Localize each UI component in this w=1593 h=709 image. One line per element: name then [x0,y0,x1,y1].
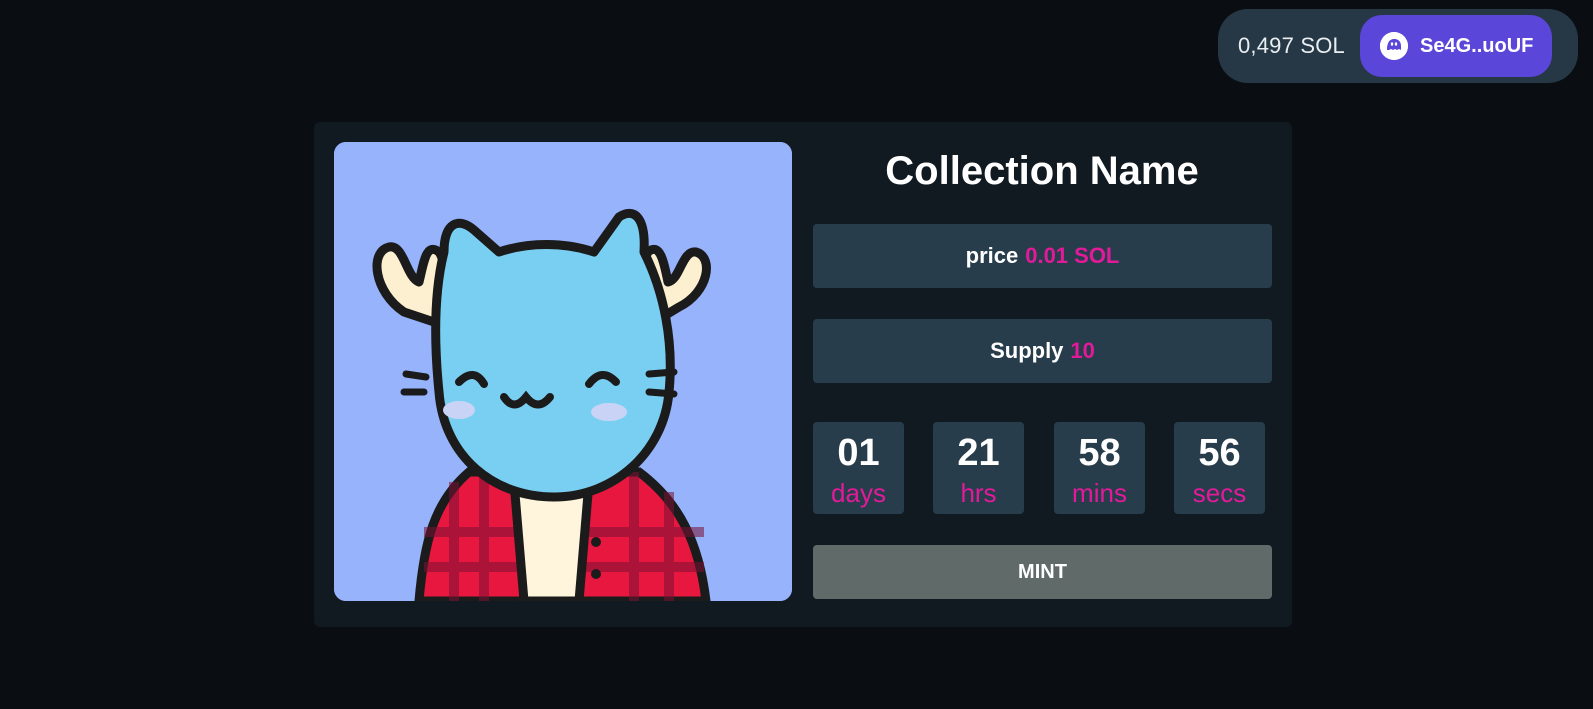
phantom-ghost-icon [1380,32,1408,60]
countdown-hours-unit: hrs [960,478,997,508]
supply-value: 10 [1070,338,1095,363]
supply-panel: Supply 10 [813,319,1272,383]
wallet-address-label: Se4G..uoUF [1420,34,1534,57]
countdown-seconds-value: 56 [1198,432,1241,474]
price-value: 0.01 SOL [1025,243,1120,268]
countdown-seconds: 56 secs [1174,422,1265,514]
countdown-hours-value: 21 [957,432,1000,474]
wallet-address-button[interactable]: Se4G..uoUF [1360,15,1552,77]
countdown-minutes: 58 mins [1054,422,1145,514]
mint-card: Collection Name price 0.01 SOL Supply 10… [314,122,1292,627]
countdown-hours: 21 hrs [933,422,1024,514]
collection-name: Collection Name [885,149,1199,193]
price-label: price [965,243,1019,268]
countdown-days-unit: days [831,478,886,508]
countdown-days: 01 days [813,422,904,514]
price-panel: price 0.01 SOL [813,224,1272,288]
countdown-minutes-value: 58 [1078,432,1121,474]
countdown-days-value: 01 [837,432,880,474]
wallet-balance: 0,497 SOL [1238,33,1345,58]
countdown-minutes-unit: mins [1072,478,1127,508]
supply-label: Supply [990,338,1064,363]
collection-image [334,142,792,601]
wallet-widget: 0,497 SOL Se4G..uoUF [1218,9,1578,83]
countdown-seconds-unit: secs [1192,478,1247,508]
mint-button[interactable]: MINT [813,545,1272,599]
